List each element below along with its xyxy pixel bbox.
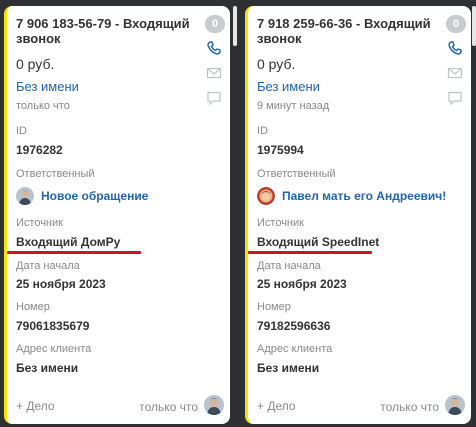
footer-avatar[interactable] [204, 395, 224, 415]
start-date-value: 25 ноября 2023 [257, 277, 347, 291]
start-date-label: Дата начала [16, 260, 80, 272]
phone-icon[interactable] [206, 40, 222, 56]
number-value: 79182596636 [257, 319, 331, 333]
source-label: Источник [16, 217, 63, 229]
column-divider [231, 0, 239, 427]
deal-card[interactable]: 7 918 259-66-36 - Входящий звонок 0 0 ру… [245, 6, 471, 424]
address-value: Без имени [257, 361, 320, 375]
add-task-button[interactable]: + Дело [257, 399, 296, 413]
footer-time: только что [380, 400, 439, 414]
responsible-name[interactable]: Павел мать его Андреевич! [282, 189, 446, 203]
footer-time: только что [139, 400, 198, 414]
highlight-underline [248, 251, 372, 254]
source-label: Источник [257, 217, 304, 229]
avatar [257, 187, 275, 205]
id-value: 1976282 [16, 143, 63, 157]
mail-icon[interactable] [447, 65, 463, 81]
start-date-value: 25 ноября 2023 [16, 277, 106, 291]
responsible-label: Ответственный [257, 168, 336, 180]
id-label: ID [16, 125, 27, 137]
chat-icon[interactable] [206, 90, 222, 106]
counter-badge: 0 [446, 15, 466, 33]
contact-link[interactable]: Без имени [257, 79, 320, 94]
number-value: 79061835679 [16, 319, 90, 333]
id-label: ID [257, 125, 268, 137]
responsible-name[interactable]: Новое обращение [41, 189, 148, 203]
start-date-label: Дата начала [257, 260, 321, 272]
address-value: Без имени [16, 361, 79, 375]
created-time: только что [16, 100, 70, 112]
responsible-user[interactable]: Павел мать его Андреевич! [257, 186, 446, 206]
address-label: Адрес клиента [257, 343, 333, 355]
id-value: 1975994 [257, 143, 304, 157]
counter-badge: 0 [205, 15, 225, 33]
source-value: Входящий SpeedInet [257, 235, 380, 249]
number-label: Номер [16, 301, 50, 313]
card-title[interactable]: 7 906 183-56-79 - Входящий звонок [16, 16, 191, 46]
created-time: 9 минут назад [257, 100, 330, 112]
highlight-underline [7, 251, 141, 254]
avatar [16, 187, 34, 205]
contact-link[interactable]: Без имени [16, 79, 79, 94]
column-divider-right [471, 0, 476, 427]
add-task-button[interactable]: + Дело [16, 399, 55, 413]
deal-price: 0 руб. [257, 56, 296, 72]
responsible-label: Ответственный [16, 168, 95, 180]
responsible-user[interactable]: Новое обращение [16, 186, 148, 206]
source-value: Входящий ДомРу [16, 235, 121, 249]
scrollbar-right[interactable] [472, 6, 476, 46]
scrollbar[interactable] [233, 6, 237, 46]
number-label: Номер [257, 301, 291, 313]
deal-price: 0 руб. [16, 56, 55, 72]
card-title[interactable]: 7 918 259-66-36 - Входящий звонок [257, 16, 432, 46]
footer-avatar[interactable] [445, 395, 465, 415]
phone-icon[interactable] [447, 40, 463, 56]
mail-icon[interactable] [206, 65, 222, 81]
address-label: Адрес клиента [16, 343, 92, 355]
chat-icon[interactable] [447, 90, 463, 106]
deal-card[interactable]: 7 906 183-56-79 - Входящий звонок 0 0 ру… [4, 6, 230, 424]
